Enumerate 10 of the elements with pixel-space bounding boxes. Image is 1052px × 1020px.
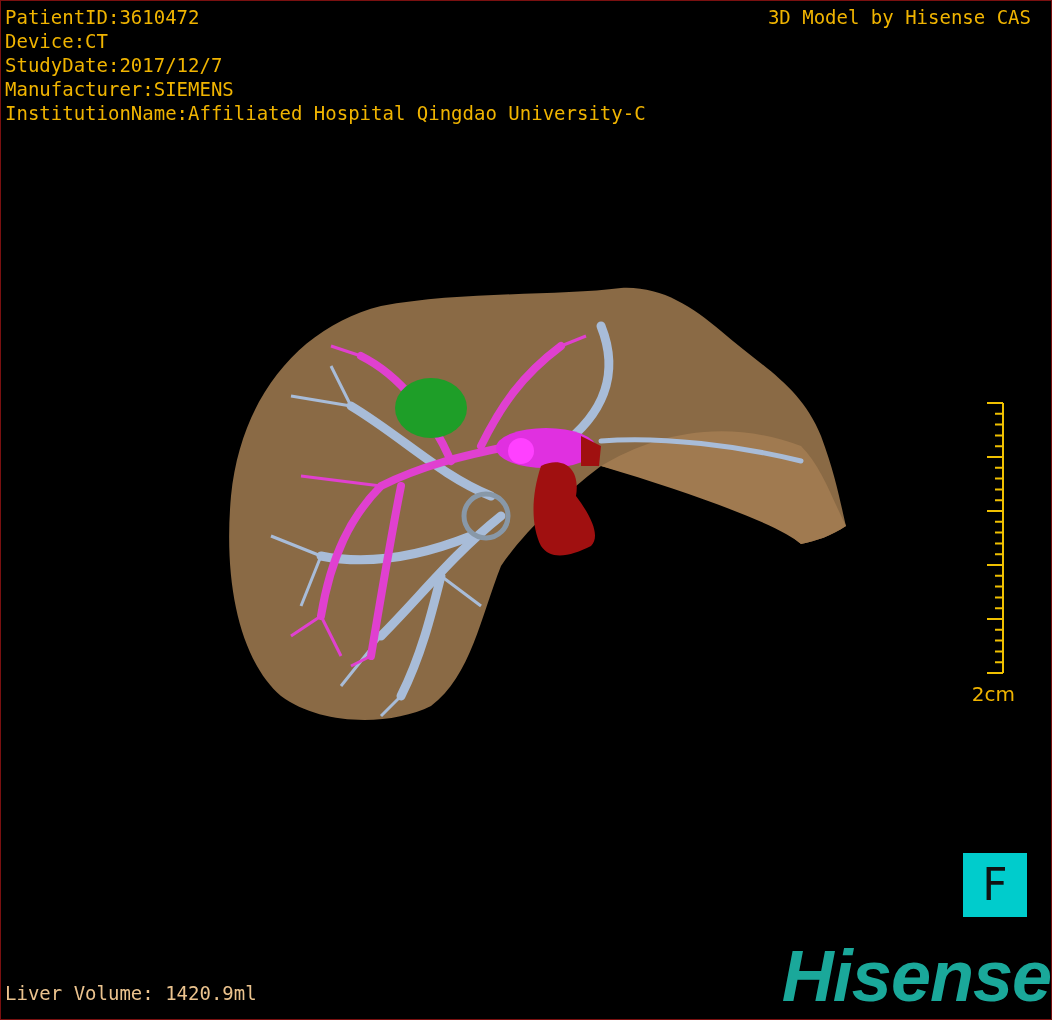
info-text: Device:CT	[5, 29, 109, 53]
info-text: StudyDate:2017/12/7	[5, 53, 224, 77]
model-credit-text: 3D Model by Hisense CAS	[767, 5, 1032, 30]
liver-volume-text: Liver Volume: 1420.9ml	[5, 980, 257, 1006]
info-text: Manufacturer:SIEMENS	[5, 77, 235, 101]
info-text: PatientID:3610472	[5, 5, 201, 29]
logo-text: Hisense	[781, 941, 1051, 1011]
info-text: InstitutionName:Affiliated Hospital Qingdao University-C	[5, 101, 646, 125]
orientation-cube[interactable]: F	[963, 853, 1027, 917]
scale-label: 2cm	[971, 681, 1015, 708]
